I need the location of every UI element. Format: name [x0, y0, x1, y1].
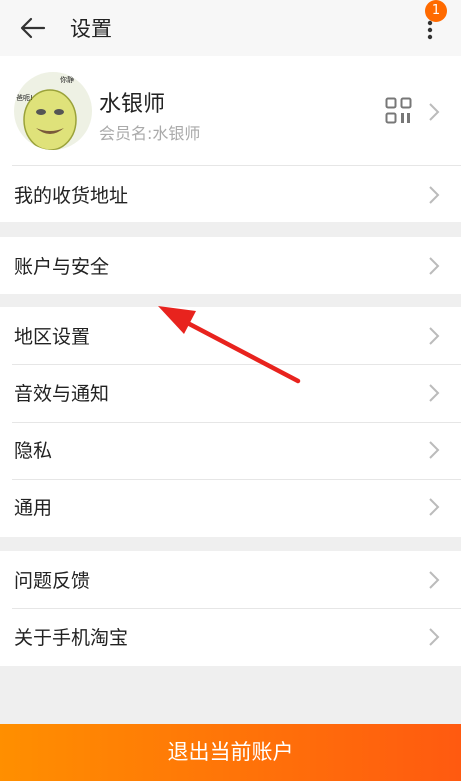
account-security-row[interactable]: 账户与安全	[0, 237, 461, 294]
logout-button[interactable]: 退出当前账户	[0, 724, 461, 781]
svg-text:你静: 你静	[60, 75, 74, 84]
privacy-label: 隐私	[14, 440, 53, 462]
chevron-right-icon	[429, 257, 440, 275]
svg-text:爸呃!: 爸呃!	[16, 93, 33, 102]
chevron-right-icon	[429, 571, 440, 589]
chevron-right-icon	[429, 103, 440, 121]
member-name-label: 会员名:水银师	[99, 124, 201, 143]
chevron-right-icon	[429, 186, 440, 204]
username: 水银师	[99, 92, 166, 117]
feedback-row[interactable]: 问题反馈	[0, 551, 461, 608]
page-title: 设置	[70, 17, 112, 41]
feedback-label: 问题反馈	[14, 570, 91, 592]
general-row[interactable]: 通用	[0, 478, 461, 535]
address-row[interactable]: 我的收货地址	[0, 166, 461, 223]
qr-code-icon[interactable]	[385, 97, 412, 124]
chevron-right-icon	[429, 628, 440, 646]
region-settings-row[interactable]: 地区设置	[0, 307, 461, 364]
about-row[interactable]: 关于手机淘宝	[0, 608, 461, 665]
preferences-section: 地区设置 音效与通知 隐私 通用	[0, 307, 461, 537]
back-arrow-icon[interactable]	[20, 16, 46, 40]
address-label: 我的收货地址	[14, 185, 129, 207]
about-label: 关于手机淘宝	[14, 627, 129, 649]
chevron-right-icon	[429, 384, 440, 402]
sound-notifications-row[interactable]: 音效与通知	[0, 364, 461, 421]
avatar-image: 你静 爸呃!	[14, 72, 92, 150]
notification-badge: 1	[425, 0, 447, 22]
account-security-label: 账户与安全	[14, 256, 110, 278]
avatar[interactable]: 你静 爸呃!	[14, 72, 92, 150]
help-section: 问题反馈 关于手机淘宝	[0, 551, 461, 666]
region-settings-label: 地区设置	[14, 326, 91, 348]
chevron-right-icon	[429, 441, 440, 459]
top-bar: 设置 1	[0, 0, 461, 56]
chevron-right-icon	[429, 327, 440, 345]
sound-notifications-label: 音效与通知	[14, 383, 110, 405]
account-section: 账户与安全	[0, 237, 461, 294]
general-label: 通用	[14, 497, 53, 519]
chevron-right-icon	[429, 498, 440, 516]
privacy-row[interactable]: 隐私	[0, 421, 461, 478]
